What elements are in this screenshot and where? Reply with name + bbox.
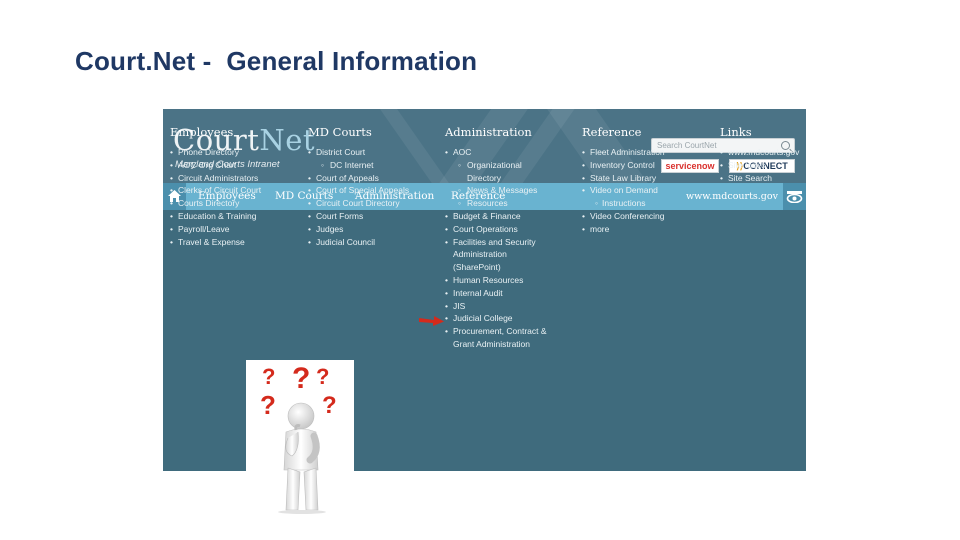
- list-item[interactable]: Human Resources: [445, 274, 547, 287]
- list-item[interactable]: DC Internet: [308, 159, 409, 172]
- list-item[interactable]: Video Conferencing: [582, 210, 665, 223]
- list-item[interactable]: Fleet Administration: [582, 146, 665, 159]
- list-item[interactable]: Administration: [445, 248, 547, 261]
- slide-title: Court.Net - General Information: [75, 46, 478, 76]
- list-item[interactable]: Court Operations: [445, 223, 547, 236]
- list-item[interactable]: Directory: [445, 172, 547, 185]
- search-placeholder: Search CourtNet: [657, 141, 717, 150]
- list-item[interactable]: Court of Special Appeals: [308, 184, 409, 197]
- administration-heading: Administration: [445, 125, 532, 139]
- list-item[interactable]: Internal Audit: [445, 287, 547, 300]
- list-item[interactable]: District Court: [308, 146, 409, 159]
- eye-icon: [786, 191, 803, 203]
- logo-accent-text: Net: [259, 123, 316, 157]
- list-item[interactable]: Instructions: [582, 197, 665, 210]
- pointer-arrow-icon: [419, 316, 444, 326]
- list-item[interactable]: News & Messages: [445, 184, 547, 197]
- list-item[interactable]: Education & Training: [170, 210, 261, 223]
- list-item[interactable]: Clerks of Circuit Court: [170, 184, 261, 197]
- links-heading: Links: [720, 125, 752, 139]
- md-courts-heading: MD Courts: [308, 125, 372, 139]
- list-item[interactable]: Circuit Administrators: [170, 172, 261, 185]
- administration-column: Administration AOC Organizational Direct…: [445, 125, 547, 351]
- list-item[interactable]: Travel & Expense: [170, 236, 261, 249]
- thinking-figure-image: ? ? ? ? ?: [246, 360, 354, 514]
- list-item[interactable]: Grant Administration: [445, 338, 547, 351]
- list-item[interactable]: Budget & Finance: [445, 210, 547, 223]
- list-item[interactable]: Site Index: [720, 159, 799, 172]
- list-item[interactable]: Payroll/Leave: [170, 223, 261, 236]
- reference-heading: Reference: [582, 125, 642, 139]
- list-item[interactable]: Judicial College: [445, 312, 547, 325]
- links-column: Links www.mdcourts.gov Site Index Site S…: [720, 125, 799, 184]
- reference-column: Reference Fleet Administration Inventory…: [582, 125, 665, 236]
- servicenow-button[interactable]: servicenow: [661, 159, 719, 173]
- list-item[interactable]: Court Forms: [308, 210, 409, 223]
- eye-button[interactable]: [783, 183, 806, 210]
- list-item[interactable]: (SharePoint): [445, 261, 547, 274]
- list-item[interactable]: AOC Org Chart: [170, 159, 261, 172]
- list-item[interactable]: Judicial Council: [308, 236, 409, 249]
- list-item[interactable]: Judges: [308, 223, 409, 236]
- list-item[interactable]: State Law Library: [582, 172, 665, 185]
- list-item[interactable]: Facilities and Security: [445, 236, 547, 249]
- list-item[interactable]: Court of Appeals: [308, 172, 409, 185]
- list-item[interactable]: Courts Directory: [170, 197, 261, 210]
- list-item[interactable]: Video on Demand: [582, 184, 665, 197]
- nav-site-link[interactable]: www.mdcourts.gov: [686, 191, 778, 202]
- thinking-person-icon: [278, 402, 326, 514]
- list-item[interactable]: Organizational: [445, 159, 547, 172]
- list-item[interactable]: AOC: [445, 146, 547, 159]
- list-item[interactable]: Inventory Control: [582, 159, 665, 172]
- list-item[interactable]: Circuit Court Directory: [308, 197, 409, 210]
- list-item[interactable]: Phone Directory: [170, 146, 261, 159]
- list-item[interactable]: Resources: [445, 197, 547, 210]
- md-courts-column: MD Courts District Court DC Internet Cou…: [308, 125, 409, 248]
- list-item[interactable]: JIS: [445, 300, 547, 313]
- list-item[interactable]: Procurement, Contract &: [445, 325, 547, 338]
- list-item[interactable]: Site Search: [720, 172, 799, 185]
- employees-heading: Employees: [170, 125, 234, 139]
- employees-column: Employees Phone Directory AOC Org Chart …: [170, 125, 261, 248]
- list-item[interactable]: www.mdcourts.gov: [720, 146, 799, 159]
- list-item[interactable]: more: [582, 223, 665, 236]
